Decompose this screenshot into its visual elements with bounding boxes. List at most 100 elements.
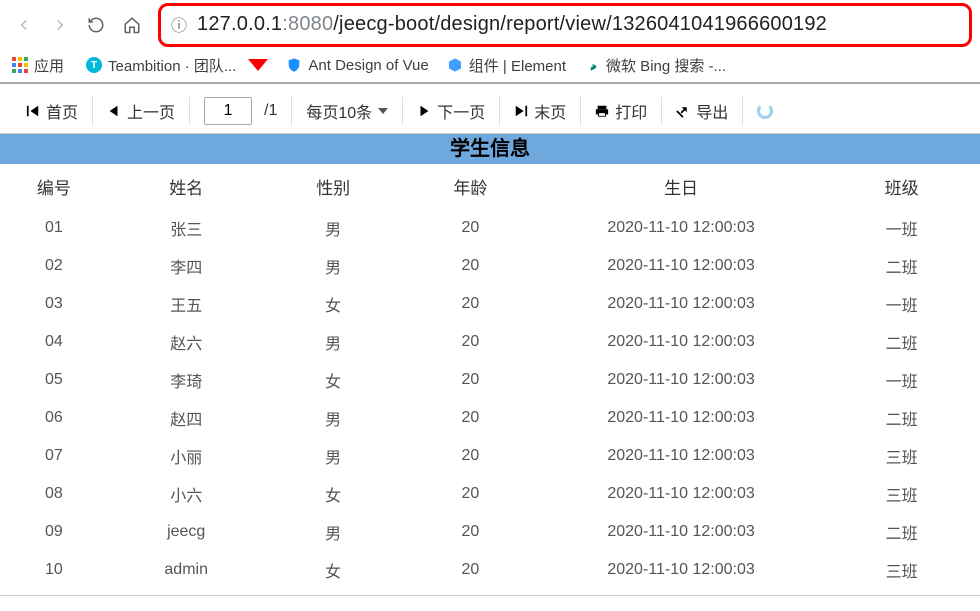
bookmark-label: Teambition · 团队... bbox=[108, 55, 236, 76]
table-cell: 二班 bbox=[823, 247, 980, 285]
url-host: 127.0.0.1 bbox=[197, 13, 282, 35]
col-birthday: 生日 bbox=[539, 164, 823, 209]
col-age: 年龄 bbox=[402, 164, 539, 209]
address-bar[interactable]: 127.0.0.1:8080/jeecg-boot/design/report/… bbox=[197, 13, 827, 36]
table-cell: 20 bbox=[402, 475, 539, 513]
apps-button[interactable]: 应用 bbox=[12, 55, 64, 76]
bookmark-label: 微软 Bing 搜索 -... bbox=[606, 55, 726, 76]
bookmark-bing[interactable]: 微软 Bing 搜索 -... bbox=[584, 55, 726, 76]
table-cell: 20 bbox=[402, 361, 539, 399]
table-cell: 二班 bbox=[823, 399, 980, 437]
first-page-button[interactable]: 首页 bbox=[12, 88, 92, 133]
table-cell: 男 bbox=[265, 399, 402, 437]
back-button[interactable] bbox=[8, 9, 40, 41]
last-page-label: 末页 bbox=[534, 99, 566, 123]
table-cell: 男 bbox=[265, 209, 402, 247]
bookmark-antdv[interactable]: Ant Design of Vue bbox=[286, 57, 428, 74]
bookmark-element[interactable]: 组件 | Element bbox=[447, 55, 566, 76]
table-cell: 三班 bbox=[823, 437, 980, 475]
bing-icon bbox=[584, 57, 600, 73]
apps-grid-icon bbox=[12, 57, 28, 73]
page-total: /1 bbox=[264, 102, 277, 120]
address-bar-highlight: ⓘ 127.0.0.1:8080/jeecg-boot/design/repor… bbox=[158, 3, 972, 47]
last-icon bbox=[514, 104, 528, 118]
table-row: 05李琦女202020-11-10 12:00:03一班 bbox=[0, 361, 980, 399]
prev-page-label: 上一页 bbox=[127, 99, 175, 123]
table-row: 01张三男202020-11-10 12:00:03一班 bbox=[0, 209, 980, 247]
table-cell: 09 bbox=[0, 513, 108, 551]
loading-indicator bbox=[743, 88, 787, 133]
next-page-button[interactable]: 下一页 bbox=[403, 88, 499, 133]
print-button[interactable]: 打印 bbox=[581, 88, 661, 133]
table-cell: 三班 bbox=[823, 475, 980, 513]
table-cell: 2020-11-10 12:00:03 bbox=[539, 361, 823, 399]
url-path: /jeecg-boot/design/report/view/132604104… bbox=[333, 13, 827, 35]
table-cell: 10 bbox=[0, 551, 108, 589]
table-cell: 06 bbox=[0, 399, 108, 437]
table-cell: 07 bbox=[0, 437, 108, 475]
table-cell: 赵六 bbox=[108, 323, 265, 361]
table-cell: 赵四 bbox=[108, 399, 265, 437]
table-cell: 小丽 bbox=[108, 437, 265, 475]
table-cell: 2020-11-10 12:00:03 bbox=[539, 437, 823, 475]
report-toolbar: 首页 上一页 /1 每页10条 下一页 末页 打印 导出 bbox=[0, 88, 980, 134]
table-cell: 20 bbox=[402, 399, 539, 437]
bookmark-teambition[interactable]: Teambition · 团队... bbox=[86, 55, 236, 76]
shield-icon bbox=[286, 57, 302, 73]
site-info-icon[interactable]: ⓘ bbox=[171, 12, 187, 36]
page-indicator: /1 bbox=[190, 88, 291, 133]
loading-icon bbox=[757, 103, 773, 119]
table-cell: 李琦 bbox=[108, 361, 265, 399]
table-cell: 2020-11-10 12:00:03 bbox=[539, 475, 823, 513]
col-name: 姓名 bbox=[108, 164, 265, 209]
chevron-down-icon bbox=[378, 104, 388, 118]
table-cell: 20 bbox=[402, 513, 539, 551]
table-cell: 男 bbox=[265, 513, 402, 551]
table-header-row: 编号 姓名 性别 年龄 生日 班级 bbox=[0, 164, 980, 209]
data-table: 编号 姓名 性别 年龄 生日 班级 01张三男202020-11-10 12:0… bbox=[0, 164, 980, 589]
teambition-icon bbox=[86, 57, 102, 73]
page-input[interactable] bbox=[204, 97, 252, 125]
table-cell: 2020-11-10 12:00:03 bbox=[539, 323, 823, 361]
table-cell: jeecg bbox=[108, 513, 265, 551]
print-icon bbox=[595, 104, 609, 118]
forward-button[interactable] bbox=[44, 9, 76, 41]
table-cell: 2020-11-10 12:00:03 bbox=[539, 209, 823, 247]
col-gender: 性别 bbox=[265, 164, 402, 209]
table-title: 学生信息 bbox=[0, 134, 980, 164]
table-cell: 2020-11-10 12:00:03 bbox=[539, 247, 823, 285]
prev-page-button[interactable]: 上一页 bbox=[93, 88, 189, 133]
export-icon bbox=[676, 104, 690, 118]
table-row: 06赵四男202020-11-10 12:00:03二班 bbox=[0, 399, 980, 437]
report-view: 学生信息 编号 姓名 性别 年龄 生日 班级 01张三男202020-11-10… bbox=[0, 134, 980, 596]
table-cell: 张三 bbox=[108, 209, 265, 247]
next-page-label: 下一页 bbox=[437, 99, 485, 123]
first-icon bbox=[26, 104, 40, 118]
table-cell: 20 bbox=[402, 437, 539, 475]
highlight-arrow-icon bbox=[248, 59, 268, 71]
table-cell: 2020-11-10 12:00:03 bbox=[539, 513, 823, 551]
table-cell: 20 bbox=[402, 323, 539, 361]
home-button[interactable] bbox=[116, 9, 148, 41]
table-cell: 03 bbox=[0, 285, 108, 323]
table-cell: 二班 bbox=[823, 323, 980, 361]
table-cell: 女 bbox=[265, 551, 402, 589]
export-label: 导出 bbox=[696, 99, 728, 123]
table-cell: 2020-11-10 12:00:03 bbox=[539, 551, 823, 589]
table-row: 03王五女202020-11-10 12:00:03一班 bbox=[0, 285, 980, 323]
table-cell: 李四 bbox=[108, 247, 265, 285]
export-button[interactable]: 导出 bbox=[662, 88, 742, 133]
per-page-select[interactable]: 每页10条 bbox=[292, 88, 402, 133]
last-page-button[interactable]: 末页 bbox=[500, 88, 580, 133]
table-row: 07小丽男202020-11-10 12:00:03三班 bbox=[0, 437, 980, 475]
url-port: :8080 bbox=[282, 13, 333, 35]
table-cell: 2020-11-10 12:00:03 bbox=[539, 399, 823, 437]
table-row: 10admin女202020-11-10 12:00:03三班 bbox=[0, 551, 980, 589]
reload-button[interactable] bbox=[80, 9, 112, 41]
table-row: 02李四男202020-11-10 12:00:03二班 bbox=[0, 247, 980, 285]
table-cell: 女 bbox=[265, 361, 402, 399]
table-cell: 04 bbox=[0, 323, 108, 361]
table-cell: 一班 bbox=[823, 209, 980, 247]
cube-icon bbox=[447, 57, 463, 73]
browser-chrome: ⓘ 127.0.0.1:8080/jeecg-boot/design/repor… bbox=[0, 0, 980, 84]
